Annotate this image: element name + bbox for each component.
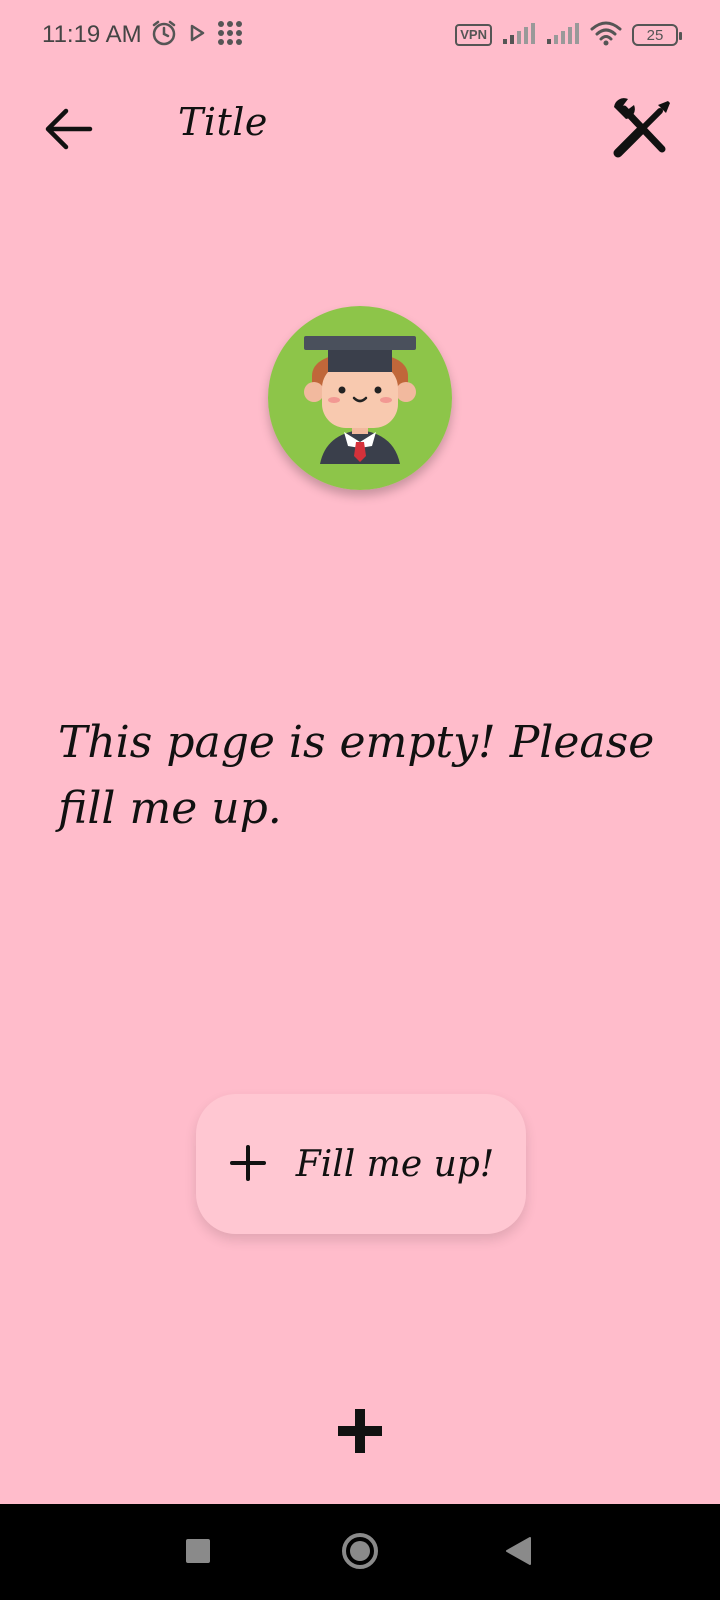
status-time: 11:19 AM [42,21,142,48]
signal-icon [546,21,580,49]
navigation-bar [0,1504,720,1600]
circle-icon [340,1531,380,1574]
apps-grid-icon [216,19,244,51]
empty-message: This page is empty! Please fill me up. [58,717,655,834]
back-button[interactable] [36,98,100,162]
alarm-icon [150,19,178,51]
wifi-icon [590,20,622,50]
triangle-back-icon [504,1536,532,1569]
recents-button[interactable] [174,1528,222,1576]
plus-bold-icon [334,1405,386,1460]
signal-icon [502,21,536,49]
avatar [268,306,452,490]
arrow-left-icon [42,107,94,154]
nav-back-button[interactable] [494,1528,542,1576]
add-button[interactable] [330,1402,390,1462]
screen: 11:19 AM VPN 25 Title This page is empty… [0,0,720,1600]
plus-icon [228,1143,268,1186]
fill-button-label: Fill me up! [295,1143,495,1185]
vpn-badge: VPN [455,24,492,46]
fill-me-up-button[interactable]: Fill me up! [196,1094,526,1234]
tools-icon [610,97,674,164]
home-button[interactable] [336,1528,384,1576]
app-bar: Title [0,88,720,168]
tools-button[interactable] [606,94,678,166]
play-icon [186,22,208,48]
battery-level: 25 [646,26,664,44]
page-title: Title [178,100,268,144]
status-right: VPN 25 [455,20,682,50]
status-left: 11:19 AM [42,19,244,51]
battery-icon: 25 [632,24,682,46]
status-bar: 11:19 AM VPN 25 [0,0,720,70]
square-icon [185,1538,211,1567]
